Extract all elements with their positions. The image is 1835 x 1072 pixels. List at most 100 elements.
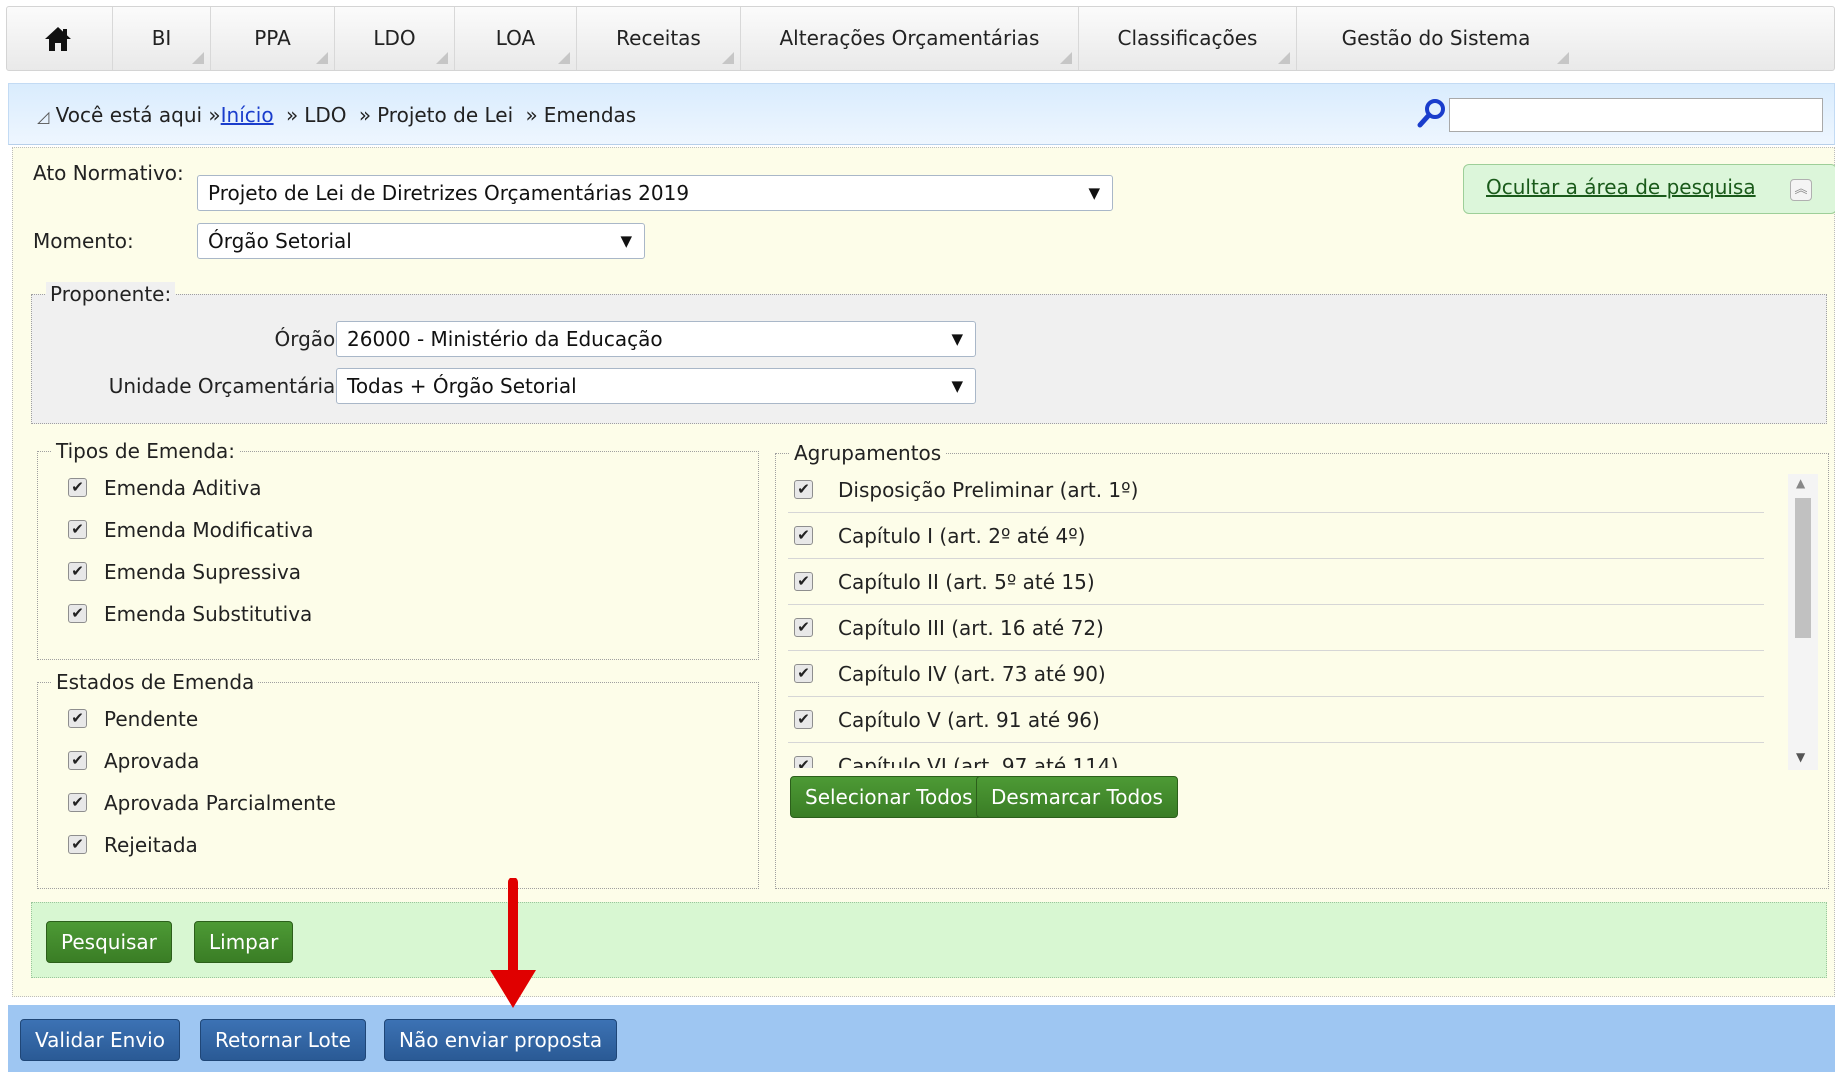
search-icon[interactable]	[1417, 98, 1447, 128]
tipos-legend: Tipos de Emenda:	[52, 439, 240, 463]
nav-item-loa[interactable]: LOA	[455, 7, 577, 70]
nav-item-receitas[interactable]: Receitas	[577, 7, 741, 70]
checkbox-agrupamento-cap6[interactable]: ✔ Capítulo VI (art. 97 até 114)	[788, 744, 1764, 768]
menu-corner-icon	[558, 52, 570, 64]
clear-button[interactable]: Limpar	[194, 921, 294, 963]
nav-item-label: Receitas	[616, 26, 701, 50]
checkbox-checked-icon: ✔	[794, 756, 813, 768]
checkbox-agrupamento-disposicao[interactable]: ✔ Disposição Preliminar (art. 1º)	[788, 468, 1764, 513]
scrollbar-thumb[interactable]	[1795, 498, 1811, 638]
nav-item-bi[interactable]: BI	[113, 7, 211, 70]
menu-corner-icon	[436, 52, 448, 64]
checkbox-checked-icon: ✔	[68, 793, 87, 812]
menu-corner-icon	[722, 52, 734, 64]
checkbox-label: Disposição Preliminar (art. 1º)	[838, 478, 1139, 502]
ato-normativo-select[interactable]: Projeto de Lei de Diretrizes Orçamentári…	[197, 175, 1113, 211]
menu-corner-icon	[316, 52, 328, 64]
checkbox-agrupamento-cap4[interactable]: ✔ Capítulo IV (art. 73 até 90)	[788, 652, 1764, 697]
proponente-fieldset: Proponente: Órgão: 26000 - Ministério da…	[31, 282, 1827, 424]
no-send-proposal-button[interactable]: Não enviar proposta	[384, 1019, 618, 1061]
checkbox-label: Emenda Substitutiva	[104, 602, 313, 626]
momento-label: Momento:	[33, 229, 134, 253]
checkbox-checked-icon: ✔	[68, 562, 87, 581]
checkbox-label: Emenda Supressiva	[104, 560, 302, 584]
unidade-label: Unidade Orçamentária:	[108, 374, 342, 398]
orgao-value: 26000 - Ministério da Educação	[347, 327, 663, 351]
deselect-all-button[interactable]: Desmarcar Todos	[976, 776, 1178, 818]
momento-value: Órgão Setorial	[208, 229, 352, 253]
checkbox-agrupamento-cap5[interactable]: ✔ Capítulo V (art. 91 até 96)	[788, 698, 1764, 743]
checkbox-label: Capítulo V (art. 91 até 96)	[838, 708, 1100, 732]
bottom-action-bar: Validar Envio Retornar Lote Não enviar p…	[8, 1005, 1835, 1072]
breadcrumb-item: LDO	[304, 103, 347, 127]
menu-corner-icon	[1278, 52, 1290, 64]
nav-item-classificacoes[interactable]: Classificações	[1079, 7, 1297, 70]
checkbox-checked-icon: ✔	[794, 618, 813, 637]
checkbox-checked-icon: ✔	[68, 520, 87, 539]
nav-home-button[interactable]	[7, 7, 113, 70]
nav-item-gestao[interactable]: Gestão do Sistema	[1297, 7, 1575, 70]
agrupamentos-scrollbar[interactable]: ▲ ▼	[1788, 474, 1818, 770]
dropdown-arrow-icon: ▼	[620, 232, 632, 250]
checkbox-label: Capítulo II (art. 5º até 15)	[838, 570, 1095, 594]
checkbox-label: Rejeitada	[104, 833, 198, 857]
nav-item-label: Alterações Orçamentárias	[779, 26, 1040, 50]
checkbox-checked-icon: ✔	[794, 710, 813, 729]
menu-corner-icon	[1060, 52, 1072, 64]
dropdown-arrow-icon: ▼	[951, 377, 963, 395]
orgao-select[interactable]: 26000 - Ministério da Educação ▼	[336, 321, 976, 357]
checkbox-checked-icon: ✔	[68, 835, 87, 854]
checkbox-label: Capítulo IV (art. 73 até 90)	[838, 662, 1106, 686]
hide-search-area-button[interactable]: Ocultar a área de pesquisa ︽	[1463, 164, 1835, 214]
nav-item-label: PPA	[254, 26, 291, 50]
hide-search-label: Ocultar a área de pesquisa	[1486, 175, 1756, 199]
unidade-value: Todas + Órgão Setorial	[347, 374, 577, 398]
breadcrumb: ◿ Você está aqui »Início » LDO » Projeto d…	[37, 84, 636, 146]
checkbox-checked-icon: ✔	[68, 478, 87, 497]
search-panel: Ato Normativo: Projeto de Lei de Diretri…	[12, 147, 1835, 997]
scroll-up-icon[interactable]: ▲	[1796, 476, 1805, 490]
nav-item-ppa[interactable]: PPA	[211, 7, 335, 70]
checkbox-label: Emenda Aditiva	[104, 476, 262, 500]
nav-item-ldo[interactable]: LDO	[335, 7, 455, 70]
proponente-legend: Proponente:	[46, 282, 176, 306]
search-button[interactable]: Pesquisar	[46, 921, 172, 963]
momento-select[interactable]: Órgão Setorial ▼	[197, 223, 645, 259]
return-batch-button[interactable]: Retornar Lote	[200, 1019, 366, 1061]
checkbox-label: Aprovada Parcialmente	[104, 791, 336, 815]
checkbox-checked-icon: ✔	[794, 480, 813, 499]
checkbox-agrupamento-cap3[interactable]: ✔ Capítulo III (art. 16 até 72)	[788, 606, 1764, 651]
agrupamentos-fieldset: Agrupamentos ✔ Disposição Preliminar (ar…	[775, 441, 1829, 889]
top-nav: BI PPA LDO LOA Receitas Alterações Orçam…	[6, 6, 1835, 71]
breadcrumb-home-link[interactable]: Início	[221, 103, 274, 127]
checkbox-label: Aprovada	[104, 749, 200, 773]
search-actions-bar: Pesquisar Limpar	[31, 902, 1827, 978]
select-all-button[interactable]: Selecionar Todos	[790, 776, 988, 818]
checkbox-checked-icon: ✔	[68, 751, 87, 770]
ato-label: Ato Normativo:	[33, 161, 184, 185]
nav-item-label: BI	[151, 26, 172, 50]
unidade-orcamentaria-select[interactable]: Todas + Órgão Setorial ▼	[336, 368, 976, 404]
red-arrow-annotation	[490, 878, 536, 1008]
nav-item-label: Classificações	[1117, 26, 1258, 50]
nav-item-label: Gestão do Sistema	[1341, 26, 1531, 50]
breadcrumb-separator: »	[285, 103, 299, 127]
checkbox-agrupamento-cap2[interactable]: ✔ Capítulo II (art. 5º até 15)	[788, 560, 1764, 605]
search-input[interactable]	[1449, 98, 1823, 132]
checkbox-checked-icon: ✔	[68, 709, 87, 728]
breadcrumb-separator: »	[358, 103, 372, 127]
orgao-label: Órgão:	[274, 327, 342, 351]
breadcrumb-collapse-icon[interactable]: ◿	[37, 107, 49, 126]
scroll-down-icon[interactable]: ▼	[1796, 750, 1805, 764]
checkbox-label: Emenda Modificativa	[104, 518, 314, 542]
breadcrumb-separator: »	[525, 103, 538, 127]
validate-send-button[interactable]: Validar Envio	[20, 1019, 180, 1061]
checkbox-label: Capítulo VI (art. 97 até 114)	[838, 754, 1119, 768]
menu-corner-icon	[192, 52, 204, 64]
nav-item-alteracoes[interactable]: Alterações Orçamentárias	[741, 7, 1079, 70]
checkbox-checked-icon: ✔	[68, 604, 87, 623]
tipos-emenda-fieldset: Tipos de Emenda: ✔ Emenda Aditiva ✔ Emen…	[37, 439, 759, 660]
home-icon	[45, 27, 71, 51]
checkbox-label: Capítulo I (art. 2º até 4º)	[838, 524, 1086, 548]
checkbox-agrupamento-cap1[interactable]: ✔ Capítulo I (art. 2º até 4º)	[788, 514, 1764, 559]
